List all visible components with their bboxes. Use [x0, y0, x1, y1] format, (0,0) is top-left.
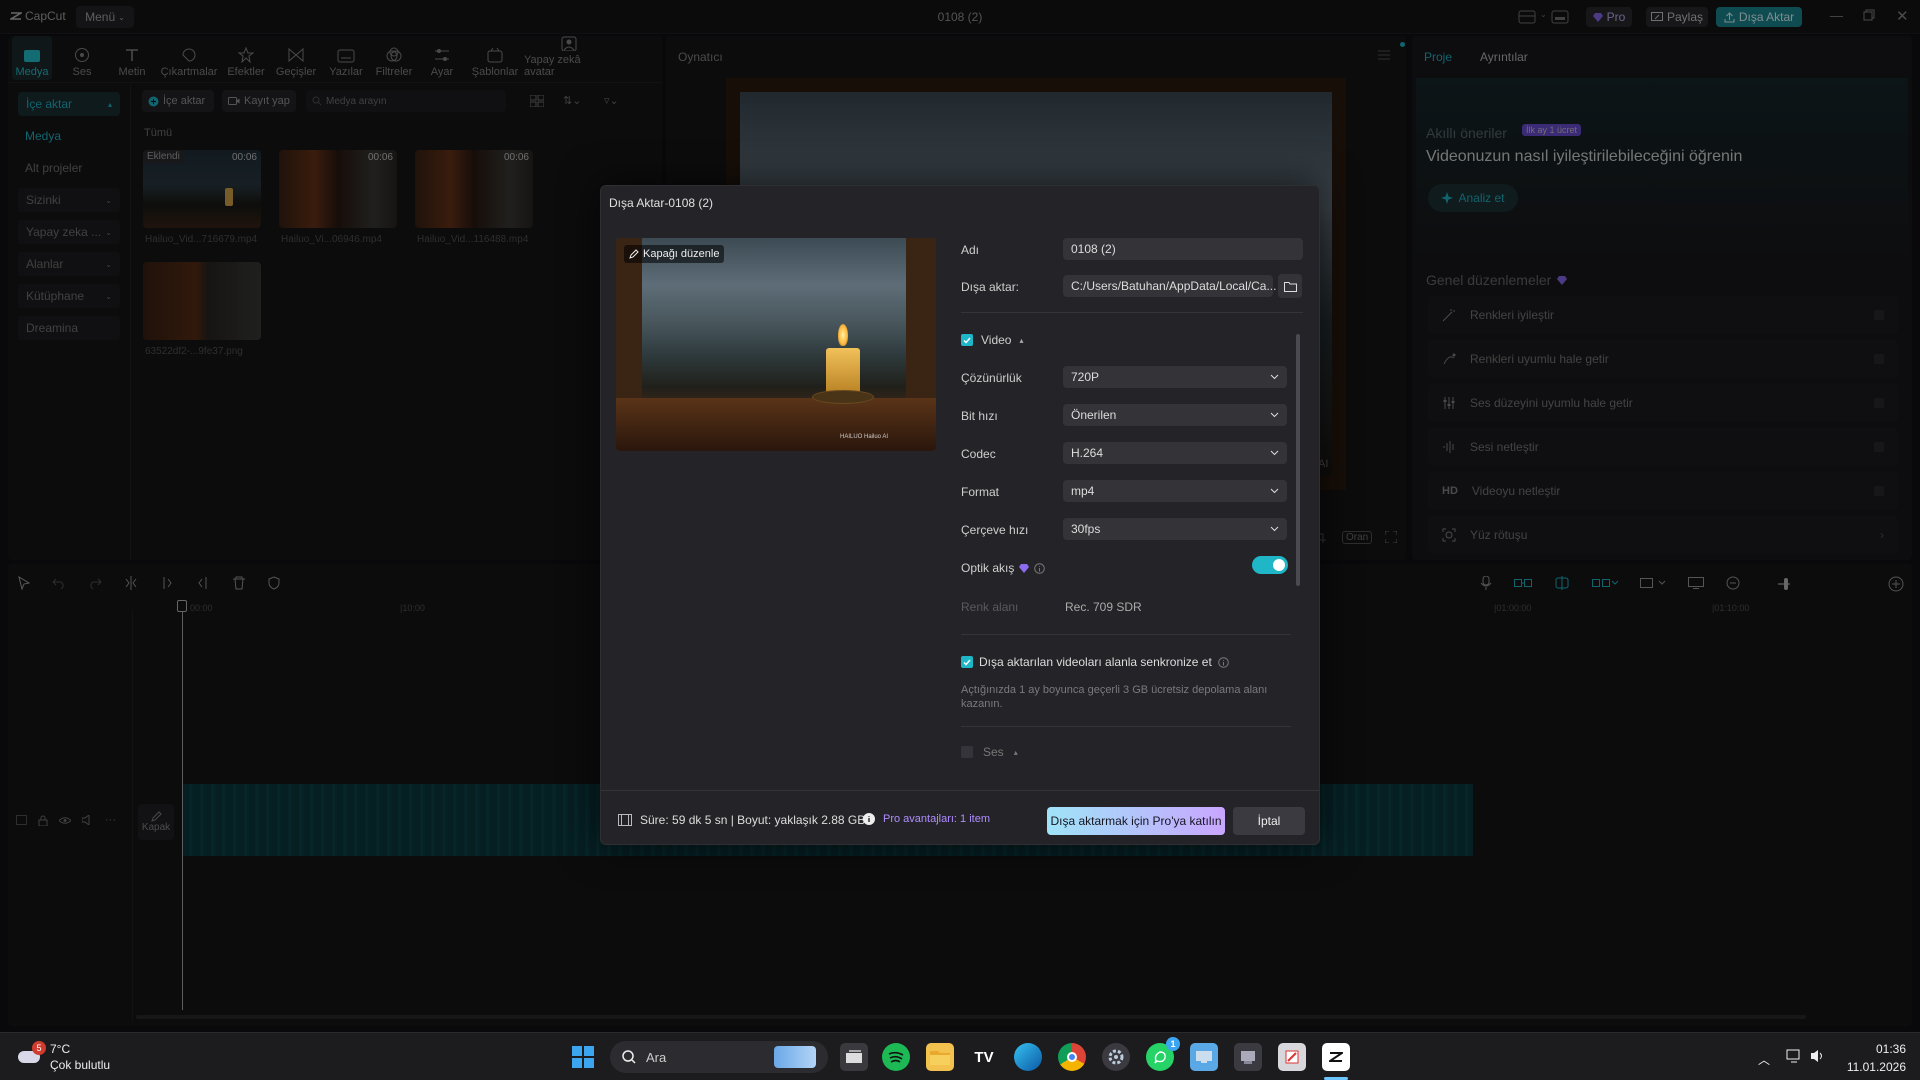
resolution-select[interactable]: 720P	[1063, 366, 1287, 388]
tray-chevron-icon[interactable]: ︿	[1758, 1051, 1770, 1068]
info-filled-icon	[863, 813, 875, 825]
color-space-value: Rec. 709 SDR	[1065, 600, 1142, 614]
tradingview-icon[interactable]: TV	[970, 1043, 998, 1071]
clock-date: 11.01.2026	[1846, 1060, 1906, 1074]
taskbar-search[interactable]: Ara	[610, 1041, 828, 1073]
path-field[interactable]: C:/Users/Batuhan/AppData/Local/Ca...	[1063, 275, 1276, 297]
whatsapp-badge: 1	[1166, 1037, 1180, 1051]
sync-note: Açtığınızda 1 ay boyunca geçerli 3 GB üc…	[961, 684, 1268, 710]
name-field[interactable]: 0108 (2)	[1063, 238, 1303, 260]
volume-icon[interactable]	[1810, 1049, 1826, 1063]
footer-info: Süre: 59 dk 5 sn | Boyut: yaklaşık 2.88 …	[618, 813, 865, 827]
framerate-select[interactable]: 30fps	[1063, 518, 1287, 540]
bitrate-select[interactable]: Önerilen	[1063, 404, 1287, 426]
settings-gear-icon[interactable]	[1102, 1043, 1130, 1071]
search-highlight-image	[774, 1046, 816, 1068]
toggle-knob	[1273, 559, 1285, 571]
dialog-title: Dışa Aktar-0108 (2)	[609, 196, 714, 210]
chevron-down-icon	[1270, 450, 1279, 456]
whatsapp-icon[interactable]: 1	[1146, 1037, 1180, 1071]
folder-icon	[1283, 281, 1297, 292]
windows-taskbar: 5 7°C Çok bulutlu Ara TV 1 ︿ 01:36 11.01…	[0, 1032, 1920, 1080]
audio-section-header[interactable]: Ses ▴	[961, 745, 1018, 759]
cancel-button[interactable]: İptal	[1233, 807, 1305, 835]
footer-divider	[601, 790, 1319, 791]
divider	[961, 726, 1291, 727]
clock-time: 01:36	[1875, 1042, 1906, 1056]
pro-benefits[interactable]: Pro avantajları: 1 item	[863, 813, 990, 825]
join-pro-export-button[interactable]: Dışa aktarmak için Pro'ya katılın	[1047, 807, 1225, 835]
edit-cover-button[interactable]: Kapağı düzenle	[624, 245, 725, 263]
search-icon	[622, 1050, 636, 1064]
dialog-scrollbar[interactable]	[1296, 334, 1300, 586]
chevron-down-icon	[1270, 374, 1279, 380]
name-label: Adı	[961, 243, 980, 257]
info-icon	[1034, 562, 1046, 574]
pencil-icon	[629, 249, 639, 259]
snipping-tool-icon[interactable]	[1278, 1043, 1306, 1071]
video-checkbox[interactable]	[961, 334, 973, 346]
network-app-icon[interactable]	[1234, 1043, 1262, 1071]
film-icon	[618, 814, 632, 826]
info-icon	[1217, 656, 1229, 668]
candle-flame	[838, 324, 848, 346]
duration-size: Süre: 59 dk 5 sn | Boyut: yaklaşık 2.88 …	[640, 813, 866, 827]
sync-checkbox[interactable]	[961, 656, 973, 668]
weather-badge: 5	[32, 1041, 46, 1055]
chevron-down-icon	[1270, 412, 1279, 418]
weather-desc: Çok bulutlu	[50, 1058, 111, 1072]
task-view-icon[interactable]	[840, 1043, 868, 1071]
format-label: Format	[961, 485, 1000, 499]
sync-label: Dışa aktarılan videoları alanla senkroni…	[979, 655, 1212, 669]
audio-checkbox[interactable]	[961, 746, 973, 758]
cover-preview: HAILUO Hailuo AI Kapağı düzenle	[616, 238, 936, 451]
chrome-icon[interactable]	[1058, 1043, 1086, 1071]
optical-flow-toggle[interactable]	[1252, 556, 1288, 574]
edge-browser-icon[interactable]	[1014, 1043, 1042, 1071]
spotify-icon[interactable]	[882, 1043, 910, 1071]
browse-folder-button[interactable]	[1278, 274, 1302, 298]
capcut-taskbar-icon[interactable]	[1322, 1043, 1350, 1071]
candle-holder	[812, 390, 874, 404]
chevron-down-icon	[1270, 526, 1279, 532]
bitrate-label: Bit hızı	[961, 409, 998, 423]
resolution-label: Çözünürlük	[961, 371, 1022, 385]
divider	[961, 312, 1303, 313]
path-label: Dışa aktar:	[961, 280, 1020, 294]
diamond-icon	[1019, 563, 1030, 573]
framerate-label: Çerçeve hızı	[961, 523, 1029, 537]
weather-icon[interactable]: 5	[16, 1041, 46, 1067]
optical-flow-label: Optik akış	[961, 561, 1015, 575]
cover-watermark: HAILUO Hailuo AI	[840, 434, 889, 440]
optical-flow-row: Optik akış	[961, 561, 1046, 575]
remote-desktop-icon[interactable]	[1190, 1043, 1218, 1071]
export-dialog: Dışa Aktar-0108 (2) HAILUO Hailuo AI Kap…	[600, 185, 1320, 845]
video-section-header[interactable]: Video ▴	[961, 333, 1024, 347]
divider	[961, 634, 1291, 635]
weather-temp: 7°C	[50, 1042, 71, 1056]
network-icon[interactable]	[1786, 1049, 1802, 1063]
codec-select[interactable]: H.264	[1063, 442, 1287, 464]
sync-row: Dışa aktarılan videoları alanla senkroni…	[961, 655, 1229, 669]
windows-start-icon[interactable]	[572, 1046, 594, 1068]
codec-label: Codec	[961, 447, 996, 461]
format-select[interactable]: mp4	[1063, 480, 1287, 502]
candle-body	[826, 348, 860, 394]
color-space-label: Renk alanı	[961, 600, 1019, 614]
chevron-down-icon	[1270, 488, 1279, 494]
window-sill	[616, 398, 936, 451]
file-explorer-icon[interactable]	[926, 1043, 954, 1071]
